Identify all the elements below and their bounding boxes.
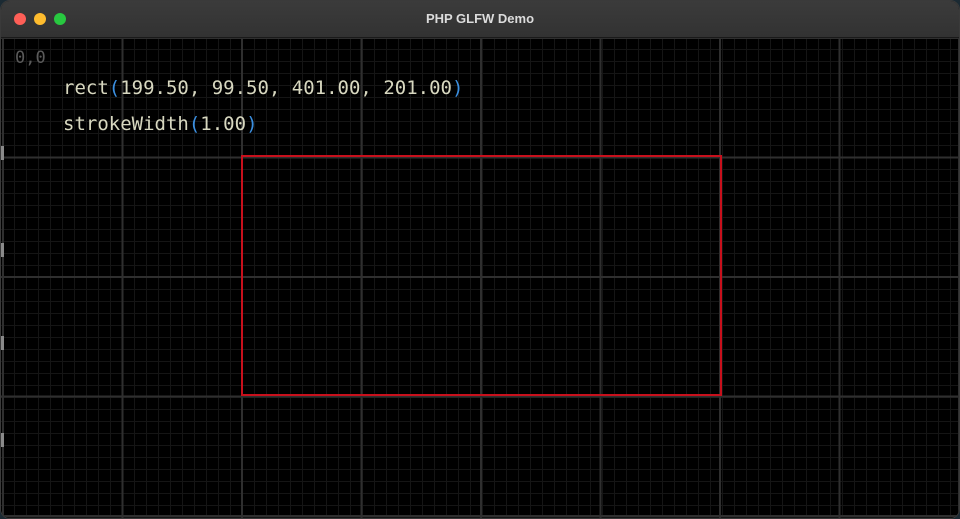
zoom-icon[interactable] <box>54 13 66 25</box>
rect-fn-name: rect <box>63 77 109 99</box>
close-icon[interactable] <box>14 13 26 25</box>
rect-call-text: rect(199.50, 99.50, 401.00, 201.00) <box>63 77 463 99</box>
stroke-fn-name: strokeWidth <box>63 113 189 135</box>
minimize-icon[interactable] <box>34 13 46 25</box>
rect-open-paren: ( <box>108 77 121 99</box>
stroke-close-paren: ) <box>246 113 258 135</box>
red-rectangle <box>241 155 722 396</box>
drawing-canvas[interactable]: 0,0 rect(199.50, 99.50, 401.00, 201.00) … <box>1 38 959 518</box>
origin-label: 0,0 <box>15 48 46 68</box>
rect-close-paren: ) <box>451 77 464 99</box>
left-edge-tick <box>1 243 4 257</box>
app-window: PHP GLFW Demo 0,0 rect(199.50, 99.50, 40… <box>0 0 960 519</box>
rect-args: 199.50, 99.50, 401.00, 201.00 <box>120 77 452 99</box>
window-title: PHP GLFW Demo <box>425 11 535 26</box>
stroke-open-paren: ( <box>188 113 201 135</box>
left-edge-tick <box>1 146 4 160</box>
stroke-width-call-text: strokeWidth(1.00) <box>63 113 258 135</box>
title-bar[interactable]: PHP GLFW Demo <box>1 1 959 38</box>
left-edge-tick <box>1 336 4 350</box>
left-edge-tick <box>1 433 4 447</box>
stroke-args: 1.00 <box>200 113 247 135</box>
